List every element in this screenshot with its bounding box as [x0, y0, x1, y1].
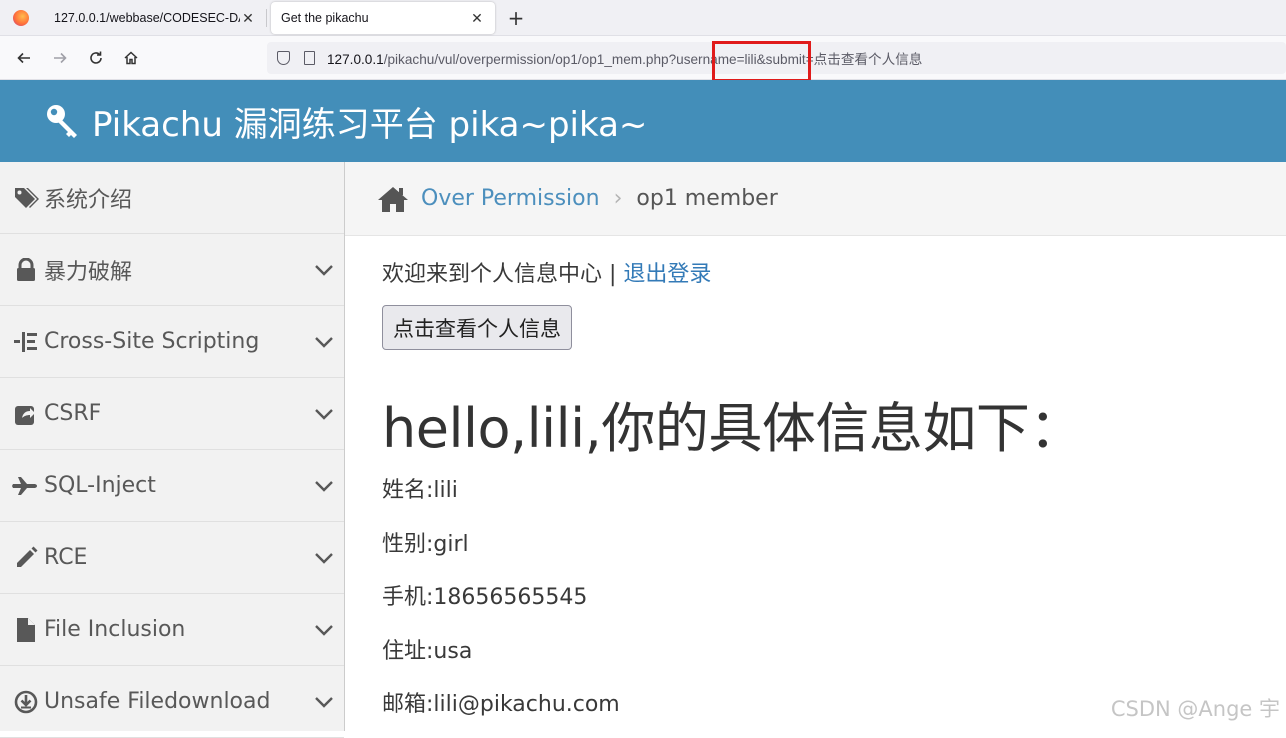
sidebar-item-intro[interactable]: 系统介绍: [0, 162, 344, 234]
forward-button[interactable]: [48, 46, 72, 70]
tab-divider: [266, 9, 267, 27]
page-icon[interactable]: [304, 51, 315, 65]
sidebar-item-label: 暴力破解: [44, 254, 304, 286]
share-icon: [12, 400, 40, 428]
arrow-right-icon: [52, 50, 68, 66]
chevron-down-icon: [304, 336, 344, 348]
browser-nav-bar: 127.0.0.1/pikachu/vul/overpermission/op1…: [0, 36, 1286, 80]
info-gender: 性别:girl: [382, 526, 469, 558]
welcome-text: 欢迎来到个人信息中心 |: [382, 262, 623, 287]
browser-tab-pikachu[interactable]: Get the pikachu ✕: [271, 2, 495, 34]
sidebar-item-unsafe-filedownload[interactable]: Unsafe Filedownload: [0, 666, 344, 738]
sidebar-item-label: RCE: [44, 545, 304, 570]
breadcrumb: Over Permission › op1 member: [345, 162, 1286, 236]
home-button[interactable]: [119, 46, 143, 70]
info-name: 姓名:lili: [382, 472, 458, 504]
site-title[interactable]: Pikachu 漏洞练习平台 pika~pika~: [92, 97, 647, 146]
reload-button[interactable]: [84, 46, 108, 70]
firefox-logo-icon: [13, 10, 29, 26]
firefox-menu[interactable]: [0, 0, 42, 36]
tag-icon: [12, 184, 40, 212]
plane-icon: [12, 472, 40, 500]
view-info-button[interactable]: 点击查看个人信息: [382, 305, 572, 350]
file-icon: [12, 616, 40, 644]
back-button[interactable]: [12, 46, 36, 70]
chevron-down-icon: [304, 264, 344, 276]
breadcrumb-separator: ›: [614, 186, 623, 211]
sidebar-item-csrf[interactable]: CSRF: [0, 378, 344, 450]
info-phone: 手机:18656565545: [382, 579, 587, 611]
close-icon[interactable]: ✕: [240, 10, 256, 27]
tab-title: Get the pikachu: [281, 11, 469, 25]
browser-tab-bar: 127.0.0.1/webbase/CODESEC-DA ✕ Get the p…: [0, 0, 1286, 36]
sidebar-item-label: File Inclusion: [44, 617, 304, 642]
sidebar-item-label: 系统介绍: [44, 182, 344, 214]
chevron-down-icon: [304, 408, 344, 420]
breadcrumb-link[interactable]: Over Permission: [421, 186, 600, 211]
sidebar-item-brute-force[interactable]: 暴力破解: [0, 234, 344, 306]
chevron-down-icon: [304, 480, 344, 492]
home-icon: [123, 50, 139, 66]
home-icon[interactable]: [377, 184, 409, 214]
logout-link[interactable]: 退出登录: [623, 262, 711, 287]
arrow-left-icon: [16, 50, 32, 66]
reload-icon: [88, 50, 104, 66]
lock-icon: [12, 256, 40, 284]
sidebar-item-sql-inject[interactable]: SQL-Inject: [0, 450, 344, 522]
sidebar-item-label: SQL-Inject: [44, 473, 304, 498]
list-icon: [12, 328, 40, 356]
annotation-highlight-box: [712, 41, 811, 82]
url-text[interactable]: 127.0.0.1/pikachu/vul/overpermission/op1…: [327, 48, 922, 68]
browser-tab-codesec[interactable]: 127.0.0.1/webbase/CODESEC-DA ✕: [44, 2, 266, 34]
sidebar-item-file-inclusion[interactable]: File Inclusion: [0, 594, 344, 666]
url-path: /pikachu/vul/overpermission/op1/op1_mem.…: [384, 52, 923, 67]
breadcrumb-current: op1 member: [636, 186, 777, 211]
tab-title: 127.0.0.1/webbase/CODESEC-DA: [54, 11, 240, 25]
close-icon[interactable]: ✕: [469, 10, 485, 27]
sidebar-item-xss[interactable]: Cross-Site Scripting: [0, 306, 344, 378]
welcome-line: 欢迎来到个人信息中心 | 退出登录: [382, 256, 711, 288]
info-address: 住址:usa: [382, 633, 472, 665]
site-header: Pikachu 漏洞练习平台 pika~pika~: [0, 80, 1286, 162]
chevron-down-icon: [304, 696, 344, 708]
download-icon: [12, 688, 40, 716]
sidebar-item-label: CSRF: [44, 401, 304, 426]
chevron-down-icon: [304, 624, 344, 636]
page-title: hello,lili,你的具体信息如下：: [382, 384, 1083, 463]
info-email: 邮箱:lili@pikachu.com: [382, 686, 620, 718]
url-host: 127.0.0.1: [327, 52, 384, 67]
sidebar-item-label: Cross-Site Scripting: [44, 329, 304, 354]
pencil-icon: [12, 544, 40, 572]
sidebar-item-label: Unsafe Filedownload: [44, 689, 304, 714]
sidebar-item-rce[interactable]: RCE: [0, 522, 344, 594]
new-tab-button[interactable]: +: [503, 4, 529, 32]
shield-icon[interactable]: [277, 51, 290, 65]
chevron-down-icon: [304, 552, 344, 564]
watermark: CSDN @Ange 宇: [1111, 693, 1280, 723]
sidebar: 系统介绍 暴力破解 Cross-Site Scripting CSRF SQL-…: [0, 162, 345, 731]
key-icon: [44, 102, 82, 140]
